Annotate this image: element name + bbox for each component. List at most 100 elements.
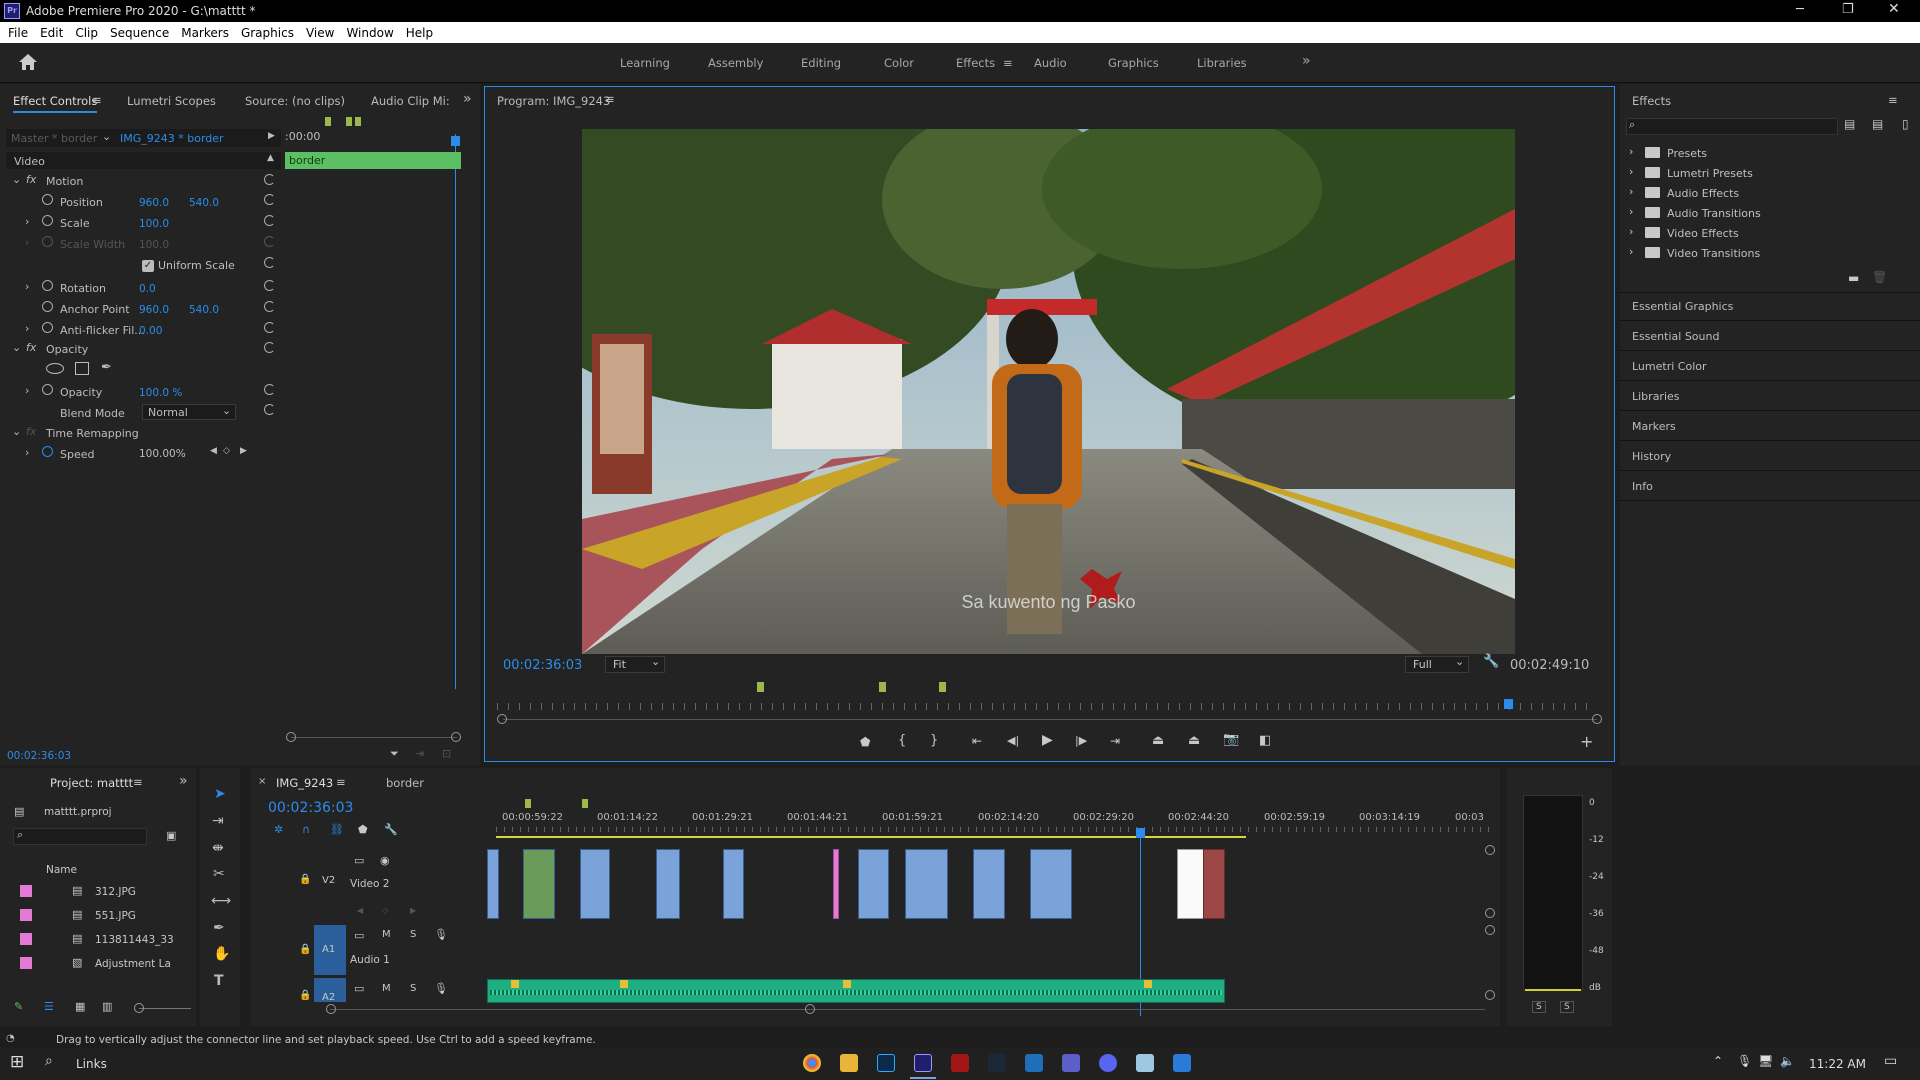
premiere-taskbar-icon[interactable] xyxy=(914,1054,932,1072)
rectangle-mask-icon[interactable] xyxy=(75,362,89,375)
audio-keyframe[interactable] xyxy=(620,980,628,988)
menu-sequence[interactable]: Sequence xyxy=(110,26,169,40)
icon-view-icon[interactable]: ▦ xyxy=(75,1000,85,1013)
expand-opacity-prop-icon[interactable]: › xyxy=(25,384,29,397)
ellipse-mask-icon[interactable] xyxy=(46,363,64,374)
step-forward-icon[interactable]: |▶ xyxy=(1075,734,1087,747)
workspace-color[interactable]: Color xyxy=(884,56,914,70)
freeform-view-icon[interactable]: ▥ xyxy=(102,1000,112,1013)
step-back-icon[interactable]: ◀| xyxy=(1007,734,1019,747)
adjustment-clip[interactable] xyxy=(833,849,839,919)
collapse-icon[interactable]: ▲ xyxy=(267,153,274,163)
notifications-icon[interactable]: ▭ xyxy=(1884,1053,1897,1069)
program-zoom-track[interactable] xyxy=(503,719,1597,720)
volume-icon[interactable]: 🔈 xyxy=(1780,1054,1795,1068)
lock-icon[interactable]: 🔒 xyxy=(299,874,311,885)
audio-keyframe[interactable] xyxy=(1144,980,1152,988)
scale-value[interactable]: 100.0 xyxy=(139,218,169,230)
project-item[interactable]: Adjustment La xyxy=(95,958,171,970)
audio-keyframe[interactable] xyxy=(511,980,519,988)
add-keyframe-icon[interactable]: ◇ xyxy=(223,446,230,456)
reset-icon[interactable] xyxy=(264,215,275,226)
expand-scale-width-icon[interactable]: › xyxy=(25,236,29,249)
steam-icon[interactable] xyxy=(988,1054,1006,1072)
toggle-sync-icon[interactable]: ▭ xyxy=(354,854,364,867)
project-title[interactable]: Project: matttt xyxy=(50,776,133,790)
menu-file[interactable]: File xyxy=(8,26,28,40)
export-icon[interactable]: ⇥ xyxy=(415,747,424,760)
prev-keyframe-icon[interactable]: ◀ xyxy=(210,446,217,456)
workspace-graphics[interactable]: Graphics xyxy=(1108,56,1159,70)
timeline-settings-icon[interactable]: 🔧 xyxy=(384,823,398,836)
razor-tool-icon[interactable]: ✂ xyxy=(213,866,225,882)
workspace-assembly[interactable]: Assembly xyxy=(708,56,763,70)
expand-opacity-icon[interactable]: ⌄ xyxy=(12,341,21,354)
menu-window[interactable]: Window xyxy=(346,26,393,40)
ec-playhead[interactable] xyxy=(455,134,456,689)
clip-selector[interactable]: IMG_9243 * border xyxy=(120,132,224,145)
v-scroll-handle[interactable] xyxy=(1485,990,1495,1000)
windows-start-icon[interactable]: ⊞ xyxy=(10,1052,24,1072)
menu-markers[interactable]: Markers xyxy=(181,26,229,40)
panel-markers[interactable]: Markers xyxy=(1632,420,1676,433)
v-scroll-handle[interactable] xyxy=(1485,908,1495,918)
more-panels-icon[interactable]: » xyxy=(463,91,472,107)
solo-button[interactable]: S xyxy=(410,929,416,940)
comparison-view-icon[interactable]: ◧ xyxy=(1259,733,1271,748)
close-sequence-icon[interactable]: × xyxy=(258,776,266,787)
program-menu-icon[interactable]: ≡ xyxy=(605,92,615,106)
toggle-sync-icon[interactable]: ▭ xyxy=(354,982,364,995)
stopwatch-icon[interactable] xyxy=(42,194,53,205)
tab-effect-controls[interactable]: Effect Controls xyxy=(13,94,98,113)
slip-tool-icon[interactable]: ⟷ xyxy=(211,893,231,909)
ec-zoom-handle-left[interactable] xyxy=(286,732,296,742)
v-scroll-handle[interactable] xyxy=(1485,925,1495,935)
acrobat-icon[interactable] xyxy=(951,1054,969,1072)
expand-motion-icon[interactable]: ⌄ xyxy=(12,173,21,186)
video-clip[interactable] xyxy=(523,849,555,919)
position-x-value[interactable]: 960.0 xyxy=(139,197,169,209)
panel-essential-graphics[interactable]: Essential Graphics xyxy=(1632,300,1733,313)
video-clip[interactable] xyxy=(1030,849,1072,919)
name-column-header[interactable]: Name xyxy=(46,864,77,876)
marker[interactable] xyxy=(525,799,531,808)
microphone-icon[interactable]: 🎙 xyxy=(434,982,448,995)
expand-arrow-icon[interactable]: › xyxy=(1629,225,1633,238)
v-scroll-handle[interactable] xyxy=(1485,845,1495,855)
solo-button[interactable]: S xyxy=(410,983,416,994)
zoom-handle-left[interactable] xyxy=(497,714,507,724)
panel-essential-sound[interactable]: Essential Sound xyxy=(1632,330,1719,343)
mute-button[interactable]: M xyxy=(382,983,391,994)
discord-icon[interactable] xyxy=(1099,1054,1117,1072)
yuv-effects-icon[interactable]: ▯ xyxy=(1902,117,1909,131)
folder-video-effects[interactable]: Video Effects xyxy=(1667,227,1739,240)
list-view-icon[interactable]: ☰ xyxy=(44,1000,54,1013)
new-bin-icon[interactable]: ▣ xyxy=(166,829,176,842)
extract-icon[interactable]: ⏏ xyxy=(1188,733,1200,748)
folder-audio-transitions[interactable]: Audio Transitions xyxy=(1667,207,1761,220)
teams-icon[interactable] xyxy=(1062,1054,1080,1072)
delete-icon[interactable]: 🗑 xyxy=(1872,270,1887,284)
linked-selection-icon[interactable]: ⛓ xyxy=(330,823,344,836)
expand-speed-icon[interactable]: › xyxy=(25,446,29,459)
effects-search-input[interactable] xyxy=(1626,118,1838,135)
project-search-input[interactable] xyxy=(13,828,147,845)
project-item[interactable]: 551.JPG xyxy=(95,910,136,922)
notepad-icon[interactable] xyxy=(1136,1054,1154,1072)
network-icon[interactable]: 🖥 xyxy=(1758,1054,1773,1068)
vscode-icon[interactable] xyxy=(1025,1054,1043,1072)
marker[interactable] xyxy=(939,682,946,692)
reset-icon[interactable] xyxy=(264,280,275,291)
sequence-tab[interactable]: IMG_9243 xyxy=(276,776,333,790)
solo-right-button[interactable]: S xyxy=(1560,1001,1574,1013)
lock-icon[interactable]: 🔒 xyxy=(299,944,311,955)
video-clip[interactable] xyxy=(905,849,948,919)
video-clip[interactable] xyxy=(723,849,744,919)
export-frame-icon[interactable]: 📷 xyxy=(1223,732,1239,747)
microphone-tray-icon[interactable]: 🎙 xyxy=(1737,1054,1752,1068)
mark-in-icon[interactable]: { xyxy=(898,733,906,748)
effect-controls-menu-icon[interactable]: ≡ xyxy=(92,93,102,107)
tab-audio-clip-mixer[interactable]: Audio Clip Mi: xyxy=(371,94,450,108)
menu-view[interactable]: View xyxy=(306,26,334,40)
pen-mask-icon[interactable]: ✒ xyxy=(101,360,112,375)
